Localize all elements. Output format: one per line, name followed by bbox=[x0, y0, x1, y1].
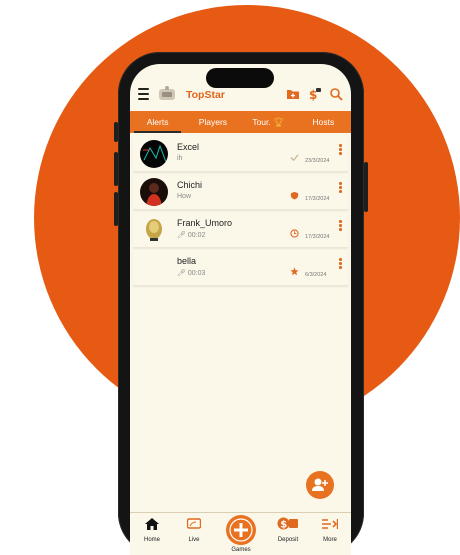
stage: TopStar $ Alerts Players Tour. 🏆︎ Hosts bbox=[0, 0, 460, 555]
list-item[interactable]: Excel ih 23/3/2024 bbox=[133, 136, 348, 172]
alert-subtitle: 🎤︎ 00:03 bbox=[177, 270, 206, 277]
tv-icon bbox=[186, 518, 202, 529]
folder-add-icon[interactable] bbox=[286, 87, 300, 101]
alerts-list: Excel ih 23/3/2024 Chichi How 17/3/2024 bbox=[130, 136, 351, 288]
gamepad-icon bbox=[226, 515, 256, 545]
tab-players[interactable]: Players bbox=[185, 111, 240, 133]
more-options-icon[interactable] bbox=[339, 220, 342, 232]
menu-icon[interactable] bbox=[138, 88, 149, 100]
alert-name: bella bbox=[177, 256, 197, 266]
dollar-lock-icon[interactable]: $ bbox=[308, 87, 322, 101]
nav-deposit[interactable]: $ Deposit bbox=[268, 517, 308, 543]
star-icon bbox=[290, 267, 299, 276]
more-icon bbox=[322, 519, 339, 529]
more-options-icon[interactable] bbox=[339, 258, 342, 270]
alert-subtitle: ih bbox=[177, 155, 183, 162]
check-icon bbox=[290, 154, 299, 162]
trophy-icon: 🏆︎ bbox=[273, 117, 284, 127]
more-options-icon[interactable] bbox=[339, 144, 342, 156]
alert-name: Excel bbox=[177, 142, 200, 152]
more-options-icon[interactable] bbox=[339, 182, 342, 194]
shield-icon bbox=[290, 191, 299, 200]
alert-date: 23/3/2024 bbox=[305, 158, 330, 164]
tab-hosts[interactable]: Hosts bbox=[296, 111, 351, 133]
microphone-icon: 🎤︎ bbox=[177, 270, 186, 277]
app-screen: TopStar $ Alerts Players Tour. 🏆︎ Hosts bbox=[130, 64, 351, 555]
list-item[interactable]: bella 🎤︎ 00:03 6/3/2024 bbox=[133, 250, 348, 286]
add-user-button[interactable] bbox=[306, 471, 334, 499]
avatar bbox=[140, 178, 168, 206]
alert-date: 17/3/2024 bbox=[305, 234, 330, 240]
add-user-icon bbox=[312, 478, 328, 491]
logo-icon bbox=[159, 86, 175, 100]
clock-icon bbox=[290, 229, 299, 238]
nav-games[interactable]: Games bbox=[221, 515, 261, 553]
svg-text:$: $ bbox=[280, 520, 287, 531]
tab-alerts[interactable]: Alerts bbox=[130, 111, 185, 133]
tab-bar: Alerts Players Tour. 🏆︎ Hosts bbox=[130, 111, 351, 133]
deposit-icon: $ bbox=[277, 517, 298, 531]
alert-name: Frank_Umoro bbox=[177, 218, 233, 228]
app-title: TopStar bbox=[186, 89, 225, 101]
search-icon[interactable] bbox=[329, 87, 343, 101]
alert-subtitle: 🎤︎ 00:02 bbox=[177, 232, 206, 239]
alert-name: Chichi bbox=[177, 180, 203, 190]
nav-live[interactable]: Live bbox=[174, 517, 214, 543]
nav-home[interactable]: Home bbox=[132, 517, 172, 543]
alert-subtitle: How bbox=[177, 193, 192, 200]
alert-date: 6/3/2024 bbox=[305, 272, 327, 278]
avatar bbox=[140, 254, 168, 282]
avatar bbox=[140, 140, 168, 168]
dynamic-island bbox=[206, 68, 274, 88]
microphone-icon: 🎤︎ bbox=[177, 232, 186, 239]
alert-date: 17/3/2024 bbox=[305, 196, 330, 202]
avatar bbox=[140, 216, 168, 244]
list-item[interactable]: Chichi How 17/3/2024 bbox=[133, 174, 348, 210]
list-item[interactable]: Frank_Umoro 🎤︎ 00:02 17/3/2024 bbox=[133, 212, 348, 248]
bottom-nav: Home Live Games $ Deposit More bbox=[130, 512, 351, 555]
home-icon bbox=[145, 518, 159, 530]
nav-more[interactable]: More bbox=[310, 517, 350, 543]
tab-tournaments[interactable]: Tour. 🏆︎ bbox=[241, 111, 296, 133]
